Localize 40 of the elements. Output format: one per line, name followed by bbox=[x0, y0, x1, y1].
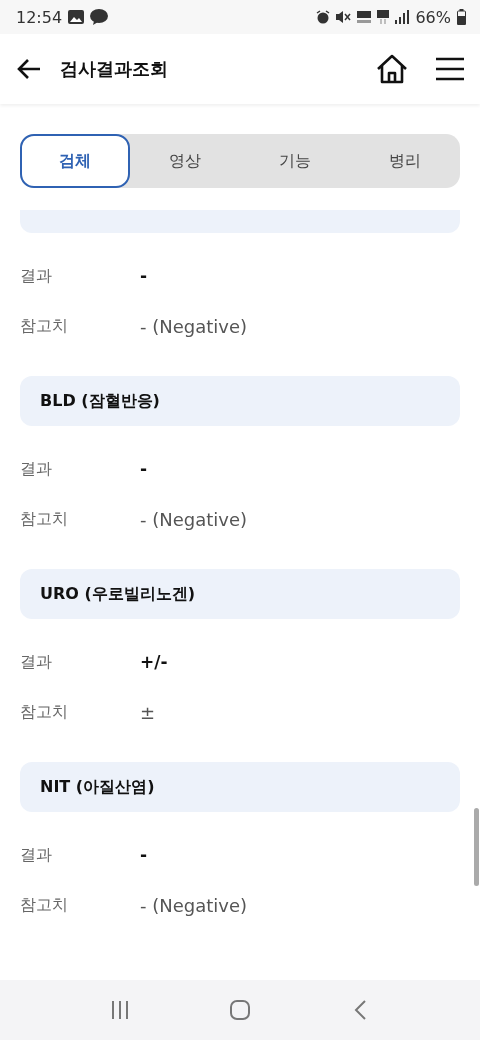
reference-value: - (Negative) bbox=[140, 508, 248, 530]
field-label: 결과 bbox=[20, 458, 53, 480]
gallery-icon bbox=[68, 10, 85, 24]
alarm-icon bbox=[316, 10, 331, 24]
battery-level: 66% bbox=[415, 7, 451, 27]
field-label: 참고치 bbox=[20, 701, 69, 723]
result-value: +/- bbox=[140, 652, 168, 672]
section-title: BLD (잠혈반응) bbox=[40, 390, 160, 412]
chat-icon bbox=[90, 9, 109, 25]
section-title: NIT (아질산염) bbox=[40, 776, 155, 798]
result-value: - bbox=[140, 266, 148, 286]
battery-icon bbox=[457, 9, 466, 25]
back-button[interactable] bbox=[16, 58, 42, 80]
field-label: 결과 bbox=[20, 265, 53, 287]
tab[interactable]: 영상 bbox=[130, 134, 240, 188]
menu-button[interactable] bbox=[436, 57, 464, 81]
reference-value: - (Negative) bbox=[140, 894, 248, 916]
field-label: 참고치 bbox=[20, 894, 69, 916]
tab[interactable]: 기능 bbox=[240, 134, 350, 188]
tab[interactable]: 병리 bbox=[350, 134, 460, 188]
mute-icon bbox=[336, 10, 352, 24]
result-value: - bbox=[140, 845, 148, 865]
status-time: 12:54 bbox=[16, 7, 63, 27]
tab[interactable]: 검체 bbox=[20, 134, 130, 188]
home-button[interactable] bbox=[376, 54, 408, 84]
field-label: 참고치 bbox=[20, 508, 69, 530]
home-nav-button[interactable] bbox=[229, 999, 251, 1021]
recent-apps-button[interactable] bbox=[110, 1000, 130, 1020]
back-nav-button[interactable] bbox=[353, 999, 367, 1021]
field-label: 결과 bbox=[20, 844, 53, 866]
page-title: 검사결과조회 bbox=[60, 57, 169, 81]
network-icon bbox=[377, 10, 390, 24]
section-title: URO (우로빌리노겐) bbox=[40, 583, 196, 605]
field-label: 참고치 bbox=[20, 315, 69, 337]
signal-icon bbox=[395, 10, 410, 24]
reference-value: - (Negative) bbox=[140, 315, 248, 337]
result-value: - bbox=[140, 459, 148, 479]
hd-voice-icon bbox=[357, 11, 372, 23]
field-label: 결과 bbox=[20, 651, 53, 673]
reference-value: ± bbox=[140, 701, 156, 723]
